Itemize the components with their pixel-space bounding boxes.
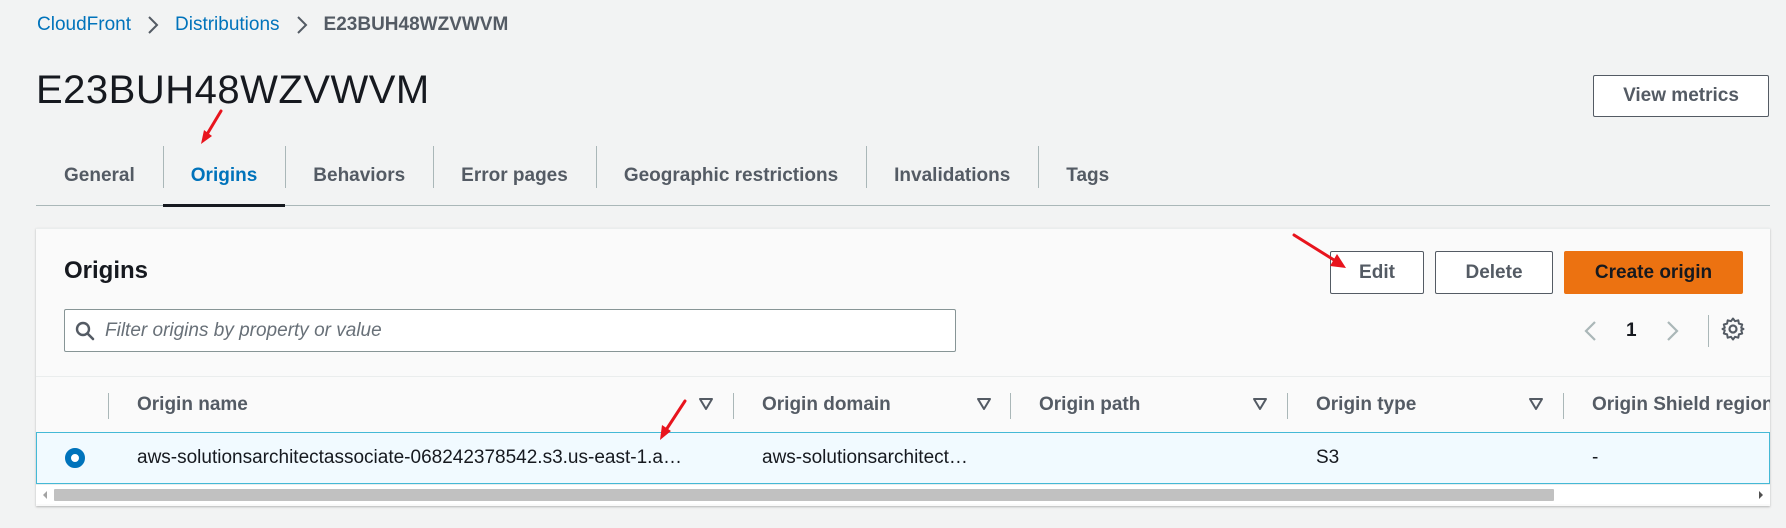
tab-origins[interactable]: Origins [162,146,286,207]
column-header-origin-name[interactable]: Origin name [137,377,597,433]
tab-bar: General Origins Behaviors Error pages Ge… [36,146,1770,207]
divider [1708,315,1709,347]
delete-button[interactable]: Delete [1435,251,1553,294]
page-title: E23BUH48WZVWVM [36,68,430,112]
sort-triangle-icon[interactable] [1528,397,1544,416]
cell-origin-shield-region: - [1592,447,1599,468]
column-header-origin-path[interactable]: Origin path [1039,377,1239,433]
breadcrumb-cloudfront[interactable]: CloudFront [37,14,131,36]
annotation-arrow-icon [201,109,223,144]
breadcrumb-distributions[interactable]: Distributions [175,14,280,36]
table-row[interactable]: aws-solutionsarchitectassociate-06824237… [36,432,1770,484]
cell-origin-path [1039,433,1269,483]
cell-origin-type: S3 [1316,447,1340,468]
search-box [64,309,956,352]
scroll-left-arrow-icon[interactable] [36,485,54,505]
tab-invalidations[interactable]: Invalidations [866,146,1038,206]
chevron-left-icon[interactable] [1576,320,1604,342]
table-header: Origin name Origin domain Origin path Or… [36,376,1770,432]
sort-triangle-icon[interactable] [698,397,714,416]
column-header-origin-domain[interactable]: Origin domain [762,377,962,433]
column-header-origin-type[interactable]: Origin type [1316,377,1516,433]
horizontal-scrollbar[interactable] [36,484,1770,504]
search-input[interactable] [105,310,955,351]
column-divider [108,393,109,419]
tab-error-pages[interactable]: Error pages [433,146,596,206]
pagination: 1 [1576,317,1687,345]
edit-button[interactable]: Edit [1330,251,1424,294]
chevron-right-icon[interactable] [1659,320,1687,342]
chevron-right-icon [296,16,308,34]
scrollbar-thumb[interactable] [54,489,1554,501]
column-divider [1010,393,1011,419]
tab-tags[interactable]: Tags [1038,146,1137,206]
tab-general[interactable]: General [36,146,163,206]
search-icon [65,321,105,341]
panel-title: Origins [64,257,149,284]
cell-origin-domain: aws-solutionsarchitect… [762,447,968,468]
origins-panel: Origins Edit Delete Create origin 1 Orig… [36,228,1770,506]
tab-geographic-restrictions[interactable]: Geographic restrictions [595,146,866,206]
tab-behaviors[interactable]: Behaviors [285,146,433,206]
view-metrics-button[interactable]: View metrics [1593,75,1769,117]
breadcrumb-current: E23BUH48WZVWVM [323,14,509,35]
column-divider [1563,393,1564,419]
create-origin-button[interactable]: Create origin [1564,251,1743,294]
chevron-right-icon [147,16,159,34]
breadcrumb: CloudFront Distributions E23BUH48WZVWVM [37,14,508,36]
scroll-right-arrow-icon[interactable] [1752,485,1770,505]
column-divider [733,393,734,419]
radio-selected-icon[interactable] [65,448,85,468]
column-header-origin-shield-region[interactable]: Origin Shield region [1592,377,1770,433]
page-number[interactable]: 1 [1626,320,1637,342]
column-divider [1287,393,1288,419]
sort-triangle-icon[interactable] [976,397,992,416]
gear-icon[interactable] [1713,317,1753,341]
sort-triangle-icon[interactable] [1252,397,1268,416]
cell-origin-name: aws-solutionsarchitectassociate-06824237… [137,447,682,468]
